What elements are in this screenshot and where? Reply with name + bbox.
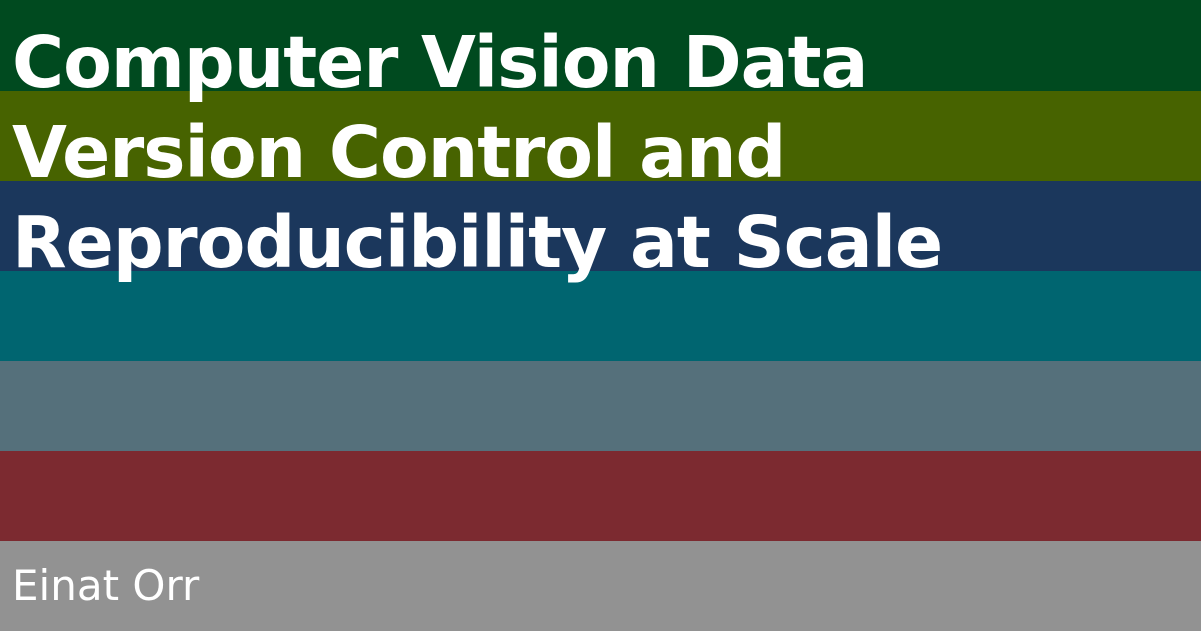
title-line-1: Computer Vision Data: [12, 21, 868, 104]
title-line-2: Version Control and: [12, 111, 786, 194]
stripe-5: [0, 361, 1201, 451]
stripe-6: [0, 451, 1201, 541]
title-line-3: Reproducibility at Scale: [12, 201, 943, 284]
title-card: Computer Vision Data Version Control and…: [0, 0, 1201, 631]
page-title: Computer Vision Data Version Control and…: [12, 18, 1172, 288]
author-name: Einat Orr: [12, 561, 200, 610]
